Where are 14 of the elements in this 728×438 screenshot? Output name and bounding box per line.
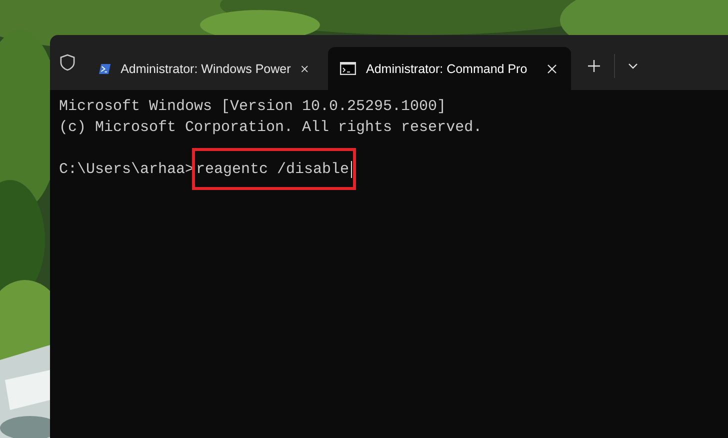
prompt-text: C:\Users\arhaa> — [59, 160, 194, 180]
text-cursor — [351, 161, 352, 178]
plus-icon[interactable] — [588, 60, 600, 72]
command-text: reagentc /disable — [196, 160, 350, 180]
tab[interactable]: Administrator: Command Pro — [328, 47, 571, 90]
console-icon — [340, 62, 356, 75]
terminal-icon — [99, 62, 111, 76]
console-line: Microsoft Windows [Version 10.0.25295.1000] — [59, 97, 448, 117]
close-icon[interactable] — [300, 64, 308, 74]
shield-icon — [60, 54, 75, 71]
close-icon[interactable] — [547, 64, 557, 74]
console-line: (c) Microsoft Corporation. All rights reserved. — [59, 118, 484, 138]
tab[interactable]: Administrator: Windows Power — [87, 47, 322, 90]
chevron-down-icon[interactable] — [628, 63, 638, 69]
